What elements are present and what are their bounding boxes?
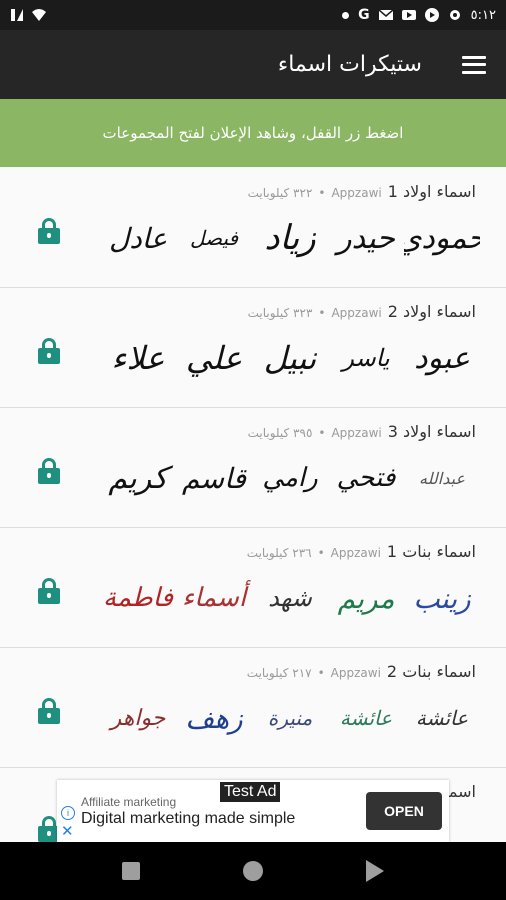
sticker-preview: منيرة	[267, 706, 313, 730]
pack-header: اسماء اولاد 3 Appzawi • ٣٩٥ كيلوبايت	[248, 422, 476, 441]
recents-button[interactable]	[121, 862, 140, 880]
sticker-preview: زهف	[185, 701, 243, 735]
pack-header: اسماء بنات 1 Appzawi • ٢٣٦ كيلوبايت	[247, 542, 476, 561]
sticker-preview: نبيل	[263, 339, 317, 377]
sticker-preview-row: عائشة عائشة منيرة زهف جواهر	[100, 688, 480, 748]
meta-separator: •	[318, 186, 326, 200]
sticker-preview: عبدالله	[419, 468, 465, 488]
menu-icon[interactable]	[462, 55, 486, 74]
sticker-preview: حمودي	[404, 220, 480, 256]
info-icon[interactable]: i	[61, 806, 75, 820]
sticker-preview: ياسر	[342, 344, 390, 372]
ad-text: Digital marketing made simple	[81, 810, 296, 827]
pack-size: ٣٩٥ كيلوبايت	[247, 426, 313, 440]
pack-publisher: Appzawi	[331, 186, 382, 200]
meta-separator: •	[317, 546, 325, 560]
meta-separator: •	[317, 666, 325, 680]
unlock-banner[interactable]: اضغط زر القفل، وشاهد الإعلان لفتح المجمو…	[0, 99, 506, 167]
sticker-pack-row[interactable]: اسماء بنات 1 Appzawi • ٢٣٦ كيلوبايت زينب مريم…	[0, 528, 506, 648]
pack-name: اسماء بنات 1	[386, 542, 476, 561]
lock-icon[interactable]	[38, 458, 60, 484]
sticker-preview: زينب	[413, 581, 471, 615]
ad-tag: Test Ad	[220, 782, 281, 802]
sticker-preview: عبود	[414, 340, 470, 376]
sticker-preview: حيدر	[337, 220, 395, 256]
ad-banner[interactable]: Test Ad i ✕ Affiliate marketing Digital …	[57, 780, 449, 842]
sticker-preview: كريم	[108, 460, 168, 496]
sticker-preview: فاطمة	[103, 583, 174, 613]
sticker-preview-row: عبدالله فتحي رامي قاسم كريم	[100, 448, 480, 508]
sticker-preview: جواهر	[110, 705, 166, 731]
sticker-preview: فيصل	[189, 226, 239, 250]
pack-size: ٣٢٣ كيلوبايت	[247, 306, 313, 320]
sticker-preview: قاسم	[182, 461, 247, 495]
pack-size: ٢٣٦ كيلوبايت	[246, 546, 312, 560]
settings-icon	[449, 10, 460, 20]
app-screen: G ٥:١٢ ستيكرات اسماء اضغط زر القفل، وشاه…	[0, 0, 506, 900]
sticker-preview-row: زينب مريم شهد أسماء فاطمة	[100, 568, 480, 628]
pause-icon	[424, 8, 439, 22]
sticker-preview: أسماء	[181, 583, 247, 613]
system-nav-bar	[0, 842, 506, 900]
sticker-preview: عائشة	[415, 706, 469, 730]
home-button[interactable]	[242, 861, 263, 881]
lock-icon[interactable]	[38, 578, 60, 604]
mail-icon	[378, 9, 393, 20]
pack-size: ٣٢٢ كيلوبايت	[247, 186, 313, 200]
meta-separator: •	[318, 426, 326, 440]
sticker-preview: زياد	[264, 218, 316, 258]
pack-header: اسماء اولاد 1 Appzawi • ٣٢٢ كيلوبايت	[248, 182, 476, 201]
youtube-icon	[401, 10, 416, 20]
sticker-preview: علاء	[111, 339, 165, 377]
lock-icon[interactable]	[38, 218, 60, 244]
wifi-icon	[32, 9, 46, 21]
page-title: ستيكرات اسماء	[277, 52, 422, 77]
ad-label: Affiliate marketing	[81, 795, 177, 809]
pack-publisher: Appzawi	[330, 546, 381, 560]
status-bar: G ٥:١٢	[0, 0, 506, 30]
pack-name: اسماء اولاد 2	[387, 302, 476, 321]
sticker-pack-row[interactable]: اسماء بنات 2 Appzawi • ٢١٧ كيلوبايت عائشة عائ…	[0, 648, 506, 768]
pack-header: اسماء اولاد 2 Appzawi • ٣٢٣ كيلوبايت	[248, 302, 476, 321]
sticker-preview: عادل	[108, 221, 168, 255]
sticker-preview: عائشة	[339, 706, 393, 730]
sticker-pack-row[interactable]: اسماء اولاد 2 Appzawi • ٣٢٣ كيلوبايت عبود ياس…	[0, 288, 506, 408]
sticker-pack-row[interactable]: اسماء اولاد 1 Appzawi • ٣٢٢ كيلوبايت حموديحي…	[0, 168, 506, 288]
pack-publisher: Appzawi	[331, 306, 382, 320]
pack-size: ٢١٧ كيلوبايت	[246, 666, 312, 680]
app-toolbar: ستيكرات اسماء	[0, 30, 506, 99]
back-button[interactable]	[366, 860, 385, 882]
sticker-preview: فتحي	[336, 463, 396, 493]
pack-publisher: Appzawi	[330, 666, 381, 680]
ad-open-button[interactable]: OPEN	[366, 792, 442, 830]
sticker-preview: رامي	[262, 463, 318, 493]
sticker-preview: شهد	[268, 584, 312, 612]
sticker-preview-row: حموديحيدر زياد فيصل عادل	[100, 208, 480, 268]
sticker-preview: مريم	[337, 581, 395, 615]
meta-separator: •	[318, 306, 326, 320]
pack-name: اسماء اولاد 3	[387, 422, 476, 441]
google-icon: G	[358, 7, 370, 23]
clock: ٥:١٢	[470, 7, 496, 23]
sticker-preview: علي	[185, 339, 243, 377]
lock-icon[interactable]	[38, 338, 60, 364]
banner-text: اضغط زر القفل، وشاهد الإعلان لفتح المجمو…	[102, 124, 404, 142]
close-icon[interactable]: ✕	[61, 822, 74, 840]
notification-dot-icon	[342, 11, 350, 19]
lock-icon[interactable]	[38, 698, 60, 724]
pack-name: اسماء اولاد 1	[387, 182, 476, 201]
pack-header: اسماء بنات 2 Appzawi • ٢١٧ كيلوبايت	[247, 662, 476, 681]
pack-name: اسماء بنات 2	[386, 662, 476, 681]
sticker-preview-row: عبود ياسر نبيل علي علاء	[100, 328, 480, 388]
pack-publisher: Appzawi	[331, 426, 382, 440]
sim-icon	[11, 9, 23, 21]
sticker-pack-row[interactable]: اسماء اولاد 3 Appzawi • ٣٩٥ كيلوبايت عبدالله…	[0, 408, 506, 528]
